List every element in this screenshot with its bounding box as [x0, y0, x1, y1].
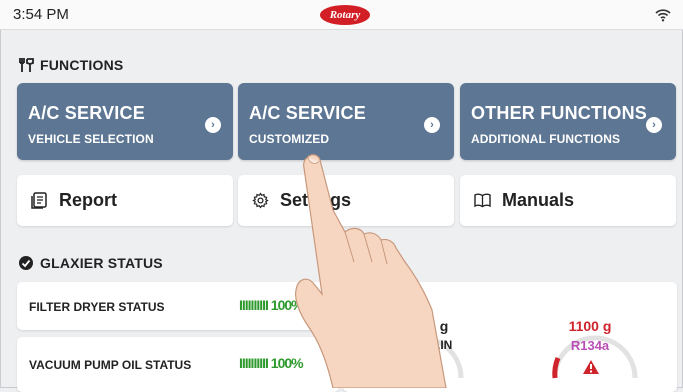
gauge-left-value: g — [439, 318, 449, 334]
ac-service-vehicle-selection-tile[interactable]: A/C SERVICE VEHICLE SELECTION › — [17, 83, 233, 160]
check-circle-icon — [19, 256, 33, 270]
functions-header: FUNCTIONS — [18, 57, 123, 73]
functions-header-label: FUNCTIONS — [40, 57, 124, 73]
level-bars: IIIIIIIIII — [239, 297, 269, 313]
manuals-button[interactable]: Manuals — [460, 175, 676, 226]
vacuum-pump-level: IIIIIIIIII 100% — [239, 355, 304, 371]
vacuum-pump-oil-status-label: VACUUM PUMP OIL STATUS — [29, 358, 192, 372]
chevron-right-icon: › — [646, 117, 662, 133]
filter-dryer-level: IIIIIIIIII 100% — [239, 297, 304, 313]
status-header: GLAXIER STATUS — [18, 255, 163, 271]
status-bar: 3:54 PM Rotary — [0, 0, 683, 30]
report-button[interactable]: Report — [17, 175, 233, 226]
rotary-logo: Rotary — [320, 5, 370, 25]
gauge-right-subtext: R134a — [570, 338, 610, 353]
chevron-right-icon: › — [424, 117, 440, 133]
other-functions-tile[interactable]: OTHER FUNCTIONS ADDITIONAL FUNCTIONS › — [460, 83, 676, 160]
tile-subtitle: ADDITIONAL FUNCTIONS — [471, 132, 621, 146]
report-label: Report — [59, 190, 117, 210]
clock: 3:54 PM — [13, 6, 69, 23]
tools-icon — [19, 58, 34, 72]
warning-icon — [583, 360, 599, 374]
level-bars: IIIIIIIIII — [239, 355, 269, 371]
wifi-icon — [655, 9, 671, 22]
level-value: 100% — [270, 355, 304, 371]
gauge-right-value: 1100 g — [568, 318, 612, 334]
status-header-label: GLAXIER STATUS — [40, 255, 163, 271]
tile-subtitle: CUSTOMIZED — [249, 132, 330, 146]
report-icon — [31, 192, 47, 209]
vacuum-pump-oil-status-row: VACUUM PUMP OIL STATUS IIIIIIIIII 100% — [17, 337, 339, 392]
tile-title: A/C SERVICE — [249, 103, 366, 123]
tile-title: OTHER FUNCTIONS — [471, 103, 647, 123]
settings-button[interactable]: Settings — [238, 175, 454, 226]
gauges-graphics — [378, 335, 638, 379]
filter-dryer-status-row: FILTER DRYER STATUS IIIIIIIIII 100% — [17, 282, 339, 330]
gauge-left-subtext: AIN — [431, 338, 453, 352]
tile-title: A/C SERVICE — [28, 103, 145, 123]
filter-dryer-status-label: FILTER DRYER STATUS — [29, 300, 165, 314]
settings-label: Settings — [280, 190, 352, 210]
manuals-label: Manuals — [502, 190, 575, 210]
chevron-right-icon: › — [205, 117, 221, 133]
gear-icon — [252, 192, 269, 209]
book-icon — [474, 193, 491, 208]
ac-service-customized-tile[interactable]: A/C SERVICE CUSTOMIZED › — [238, 83, 454, 160]
level-value: 100% — [270, 297, 304, 313]
tile-subtitle: VEHICLE SELECTION — [28, 132, 154, 146]
